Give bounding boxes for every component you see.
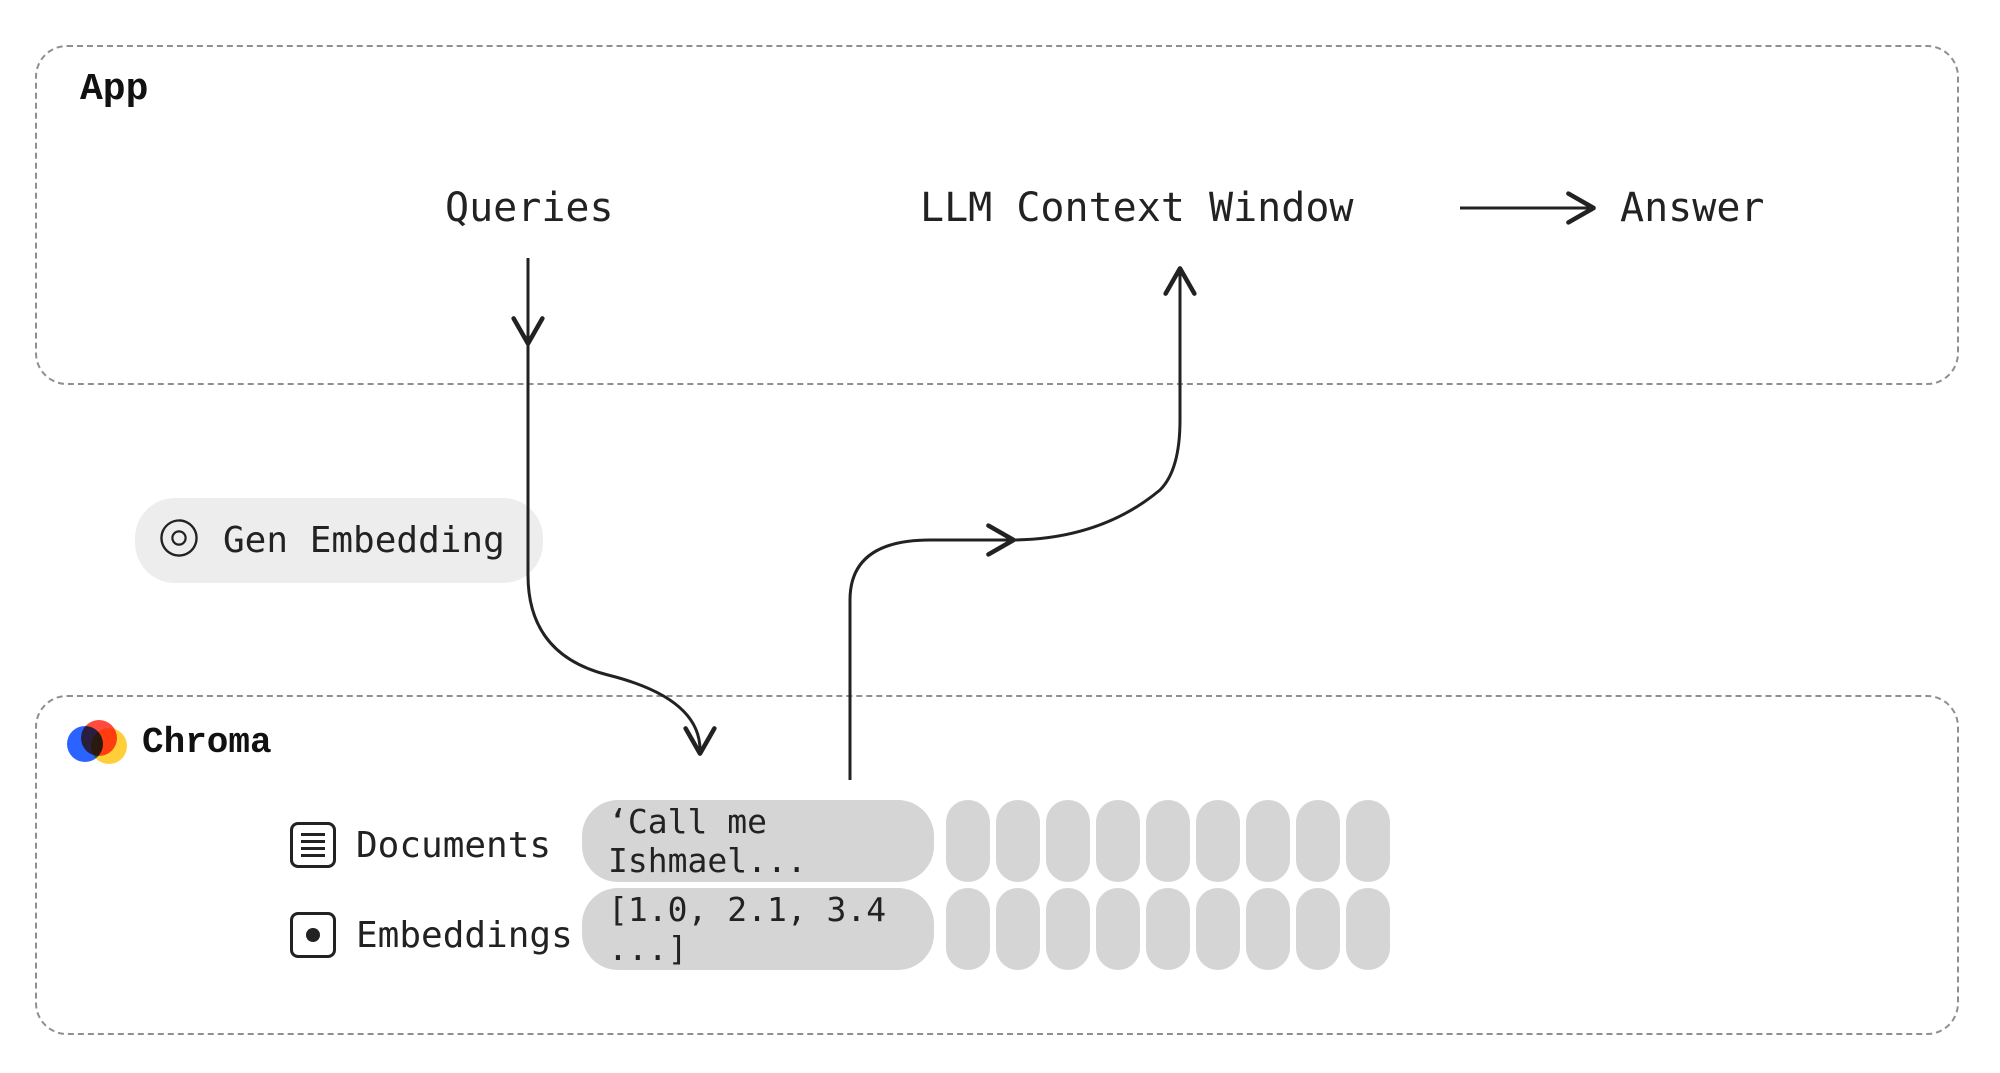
ghost-oval: [1046, 800, 1090, 882]
ghost-oval: [1146, 800, 1190, 882]
answer-label: Answer: [1620, 185, 1765, 231]
app-title: App: [80, 68, 148, 111]
embedding-example-text: [1.0, 2.1, 3.4 ...]: [608, 890, 908, 968]
embedding-icon: [290, 912, 336, 958]
ghost-oval: [1096, 800, 1140, 882]
ghost-oval: [1046, 888, 1090, 970]
ghost-oval: [996, 800, 1040, 882]
embedding-example-pill: [1.0, 2.1, 3.4 ...]: [582, 888, 934, 970]
chroma-title: Chroma: [142, 722, 272, 763]
document-icon: [290, 822, 336, 868]
ghost-oval: [946, 888, 990, 970]
gen-embedding-pill: Gen Embedding: [135, 498, 543, 583]
embeddings-label: Embeddings: [356, 915, 573, 956]
document-example-pill: ‘Call me Ishmael...: [582, 800, 934, 882]
ghost-oval: [996, 888, 1040, 970]
ghost-oval: [1296, 888, 1340, 970]
documents-label: Documents: [356, 825, 551, 866]
diagram-canvas: App Queries LLM Context Window Answer Ge…: [0, 0, 2000, 1073]
ghost-oval: [946, 800, 990, 882]
ghost-oval: [1346, 888, 1390, 970]
embeddings-row: Embeddings: [290, 912, 573, 958]
documents-row: Documents: [290, 822, 551, 868]
ghost-oval: [1246, 888, 1290, 970]
chroma-logo-icon: [67, 720, 123, 768]
document-example-text: ‘Call me Ishmael...: [608, 802, 908, 880]
ghost-oval: [1246, 800, 1290, 882]
ghost-oval: [1146, 888, 1190, 970]
ghost-oval: [1196, 888, 1240, 970]
gen-embedding-label: Gen Embedding: [223, 520, 505, 561]
ghost-oval: [1096, 888, 1140, 970]
ghost-oval: [1296, 800, 1340, 882]
queries-label: Queries: [445, 185, 614, 231]
llm-context-label: LLM Context Window: [920, 185, 1353, 231]
ghost-oval: [1196, 800, 1240, 882]
openai-icon: [157, 516, 201, 565]
ghost-oval: [1346, 800, 1390, 882]
